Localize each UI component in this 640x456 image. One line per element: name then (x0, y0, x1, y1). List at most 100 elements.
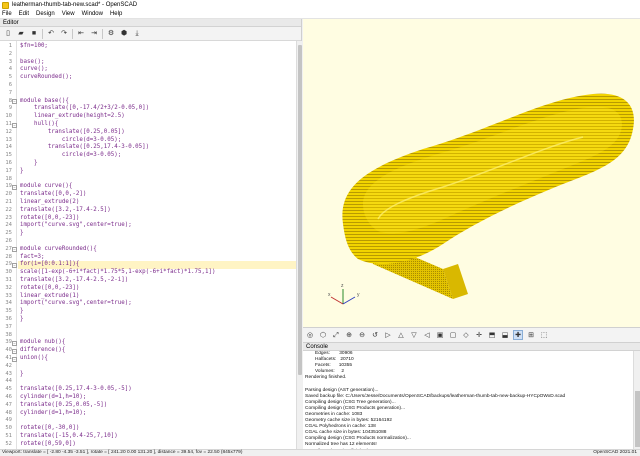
axis-x-label: x (328, 292, 331, 298)
line-number: 21 (5, 199, 12, 205)
view-back-icon[interactable]: ▢ (448, 330, 458, 340)
perspective-icon[interactable]: ⬒ (487, 330, 497, 340)
code-line[interactable]: difference(){ (20, 347, 65, 355)
editor-scrollbar[interactable] (296, 41, 302, 449)
code-line[interactable]: rotate([0,59,0]) (20, 441, 76, 449)
view-bottom-icon[interactable]: ▽ (409, 330, 419, 340)
fold-toggle-icon[interactable]: − (12, 99, 17, 105)
fold-toggle-icon[interactable]: − (12, 340, 17, 346)
console-scrollbar[interactable] (633, 351, 640, 449)
line-number: 12 (5, 128, 12, 135)
line-number: 40 (5, 347, 12, 354)
line-number: 22 (5, 206, 12, 213)
code-line[interactable]: hull(){ (20, 121, 58, 129)
code-line[interactable]: module curve(){ (20, 183, 72, 191)
export-stl-icon[interactable]: ⤓ (132, 29, 142, 39)
render-icon[interactable]: ⬢ (119, 29, 129, 39)
code-line[interactable]: cylinder(d=1,h=10); (20, 394, 86, 402)
code-line[interactable]: rotate([0,-30,0]) (20, 425, 79, 433)
editor-panel: Editor ▯ ▰ ■ ↶ ↷ ⇤ ⇥ ⚙ ⬢ ⤓ 1 2 3 4 5 6 7 8−9 10 1… (0, 19, 302, 449)
reset-view-icon[interactable]: ↺ (370, 330, 380, 340)
console-output[interactable]: Edges: 30906 Halfacets: 20710 Facets: 1035… (303, 351, 633, 449)
fold-toggle-icon[interactable]: − (12, 356, 17, 362)
code-line[interactable]: } (20, 371, 24, 379)
code-line[interactable]: circle(d=3-0.05); (20, 137, 121, 145)
code-line[interactable]: for(i=[0:0.1:1]){ (20, 261, 79, 269)
code-line[interactable]: scale([1-exp(-6+i*fact)*1.75*5,1-exp(-6+… (20, 269, 215, 277)
undo-icon[interactable]: ↶ (46, 29, 56, 39)
code-line[interactable]: translate([0,0,-2]) (20, 191, 86, 199)
code-line[interactable]: translate([-15,0.4-25,7,10]) (20, 433, 118, 441)
code-line[interactable]: import("curve.svg",center=true); (20, 222, 132, 230)
code-line[interactable]: $fn=100; (20, 43, 48, 51)
console-scroll-thumb[interactable] (635, 391, 640, 447)
show-axes-icon[interactable]: ✚ (513, 330, 523, 340)
fold-toggle-icon[interactable]: − (12, 184, 17, 190)
save-icon[interactable]: ■ (29, 29, 39, 39)
view-center-icon[interactable]: ✛ (474, 330, 484, 340)
code-line[interactable]: } (20, 160, 38, 168)
show-edges-icon[interactable]: ⬚ (539, 330, 549, 340)
code-line[interactable]: curveRounded(); (20, 74, 72, 82)
menu-help[interactable]: Help (110, 11, 122, 17)
code-line[interactable]: } (20, 230, 24, 238)
code-editor[interactable]: 1 2 3 4 5 6 7 8−9 10 11−12 13 14 15 16 17 18 19−20 21 22 23… (0, 41, 296, 449)
preview-icon[interactable]: ⚙ (106, 29, 116, 39)
code-line[interactable]: rotate([0,0,-23]) (20, 215, 79, 223)
fold-toggle-icon[interactable]: − (12, 247, 17, 253)
code-line[interactable]: import("curve.svg",center=true); (20, 300, 132, 308)
code-line[interactable]: linear_extrude(height=2.5) (20, 113, 125, 121)
render-3d-icon[interactable]: ⬡ (318, 330, 328, 340)
zoom-out-icon[interactable]: ⊖ (357, 330, 367, 340)
zoom-in-icon[interactable]: ⊕ (344, 330, 354, 340)
line-number: 15 (5, 152, 12, 159)
code-line[interactable]: } (20, 316, 24, 324)
view-left-icon[interactable]: ◁ (422, 330, 432, 340)
view-top-icon[interactable]: △ (396, 330, 406, 340)
code-line[interactable]: translate([0.25,0.05]) (20, 129, 125, 137)
preview-3d-icon[interactable]: ◎ (305, 330, 315, 340)
code-line[interactable]: } (20, 168, 24, 176)
code-line[interactable]: base(); (20, 59, 44, 67)
code-line[interactable]: fact=3; (20, 254, 44, 262)
code-line[interactable]: module nub(){ (20, 339, 65, 347)
view-diagonal-icon[interactable]: ◇ (461, 330, 471, 340)
code-line[interactable]: linear_extrude(2) (20, 199, 79, 207)
view-right-icon[interactable]: ▷ (383, 330, 393, 340)
3d-viewport[interactable]: x y z (303, 19, 640, 327)
code-line[interactable]: circle(d=3-0.05); (20, 152, 121, 160)
orthogonal-icon[interactable]: ⬓ (500, 330, 510, 340)
open-file-icon[interactable]: ▰ (16, 29, 26, 39)
unindent-icon[interactable]: ⇤ (76, 29, 86, 39)
code-line[interactable]: cylinder(d=1,h=10); (20, 410, 86, 418)
menu-window[interactable]: Window (82, 11, 103, 17)
code-line[interactable]: module base(){ (20, 98, 69, 106)
code-line[interactable]: module curveRounded(){ (20, 246, 97, 254)
new-file-icon[interactable]: ▯ (3, 29, 13, 39)
code-line[interactable]: translate([3.2,-17.4-2.5,-2-i]) (20, 277, 128, 285)
redo-icon[interactable]: ↷ (59, 29, 69, 39)
code-line[interactable]: translate([3.2,-17.4-2.5]) (20, 207, 111, 215)
editor-scroll-thumb[interactable] (298, 45, 302, 375)
code-line[interactable]: curve(); (20, 66, 48, 74)
view-all-icon[interactable]: ⤢ (331, 330, 341, 340)
fold-toggle-icon[interactable]: − (12, 262, 17, 268)
menu-file[interactable]: File (2, 11, 12, 17)
indent-icon[interactable]: ⇥ (89, 29, 99, 39)
code-line[interactable]: translate([0.25,17.4-3-0.05,-5]) (20, 386, 132, 394)
code-line[interactable]: linear_extrude(1) (20, 293, 79, 301)
menu-view[interactable]: View (62, 11, 75, 17)
code-line[interactable]: translate([0.25,17.4-3-0.05]) (20, 144, 149, 152)
code-line[interactable]: rotate([0,0,-23]) (20, 285, 79, 293)
menu-design[interactable]: Design (36, 11, 55, 17)
menu-edit[interactable]: Edit (19, 11, 29, 17)
code-line[interactable]: union(){ (20, 355, 48, 363)
code-line[interactable]: translate([0,-17.4/2+3/2-0.05,0]) (20, 105, 149, 113)
axis-y-label: y (357, 292, 360, 298)
show-scale-icon[interactable]: ⊞ (526, 330, 536, 340)
code-line[interactable]: } (20, 308, 24, 316)
code-line[interactable]: translate([0.25,0.05,-5]) (20, 402, 107, 410)
fold-toggle-icon[interactable]: − (12, 348, 17, 354)
view-front-icon[interactable]: ▣ (435, 330, 445, 340)
fold-toggle-icon[interactable]: − (12, 122, 17, 128)
